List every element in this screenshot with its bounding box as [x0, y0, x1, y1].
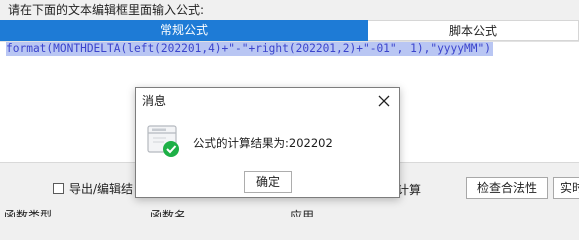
- result-message: 公式的计算结果为:202202: [193, 136, 333, 150]
- partial-text: 计算: [397, 183, 422, 197]
- dialog-title: 消息: [142, 94, 167, 108]
- function-type-label: 函数类型: [4, 209, 53, 217]
- function-name-label: 函数名: [150, 209, 187, 217]
- message-dialog: 消息 公式的计算结果为:202202 确定: [135, 87, 400, 198]
- apply-label: 应用: [290, 209, 315, 217]
- export-checkbox-label: 导出/编辑结: [69, 181, 134, 196]
- tab-regular-formula[interactable]: 常规公式: [0, 20, 368, 41]
- tab-script-formula[interactable]: 脚本公式: [368, 20, 579, 41]
- close-icon[interactable]: [375, 92, 393, 110]
- bottom-row-labels: 函数类型 函数名 应用: [0, 207, 579, 217]
- formula-text: format(MONTHDELTA(left(202201,4)+"-"+rig…: [6, 42, 493, 56]
- check-validity-button[interactable]: 检查合法性: [466, 177, 548, 199]
- export-checkbox[interactable]: [53, 182, 64, 194]
- formula-tabs: 常规公式 脚本公式: [0, 20, 579, 41]
- formula-prompt: 请在下面的文本编辑框里面输入公式:: [8, 3, 205, 17]
- dialog-body: 公式的计算结果为:202202 确定: [136, 114, 399, 197]
- realtime-button[interactable]: 实时: [553, 177, 579, 199]
- export-checkbox-wrap[interactable]: 导出/编辑结: [53, 180, 133, 196]
- ok-button[interactable]: 确定: [244, 171, 292, 193]
- calc-success-icon: [146, 124, 182, 160]
